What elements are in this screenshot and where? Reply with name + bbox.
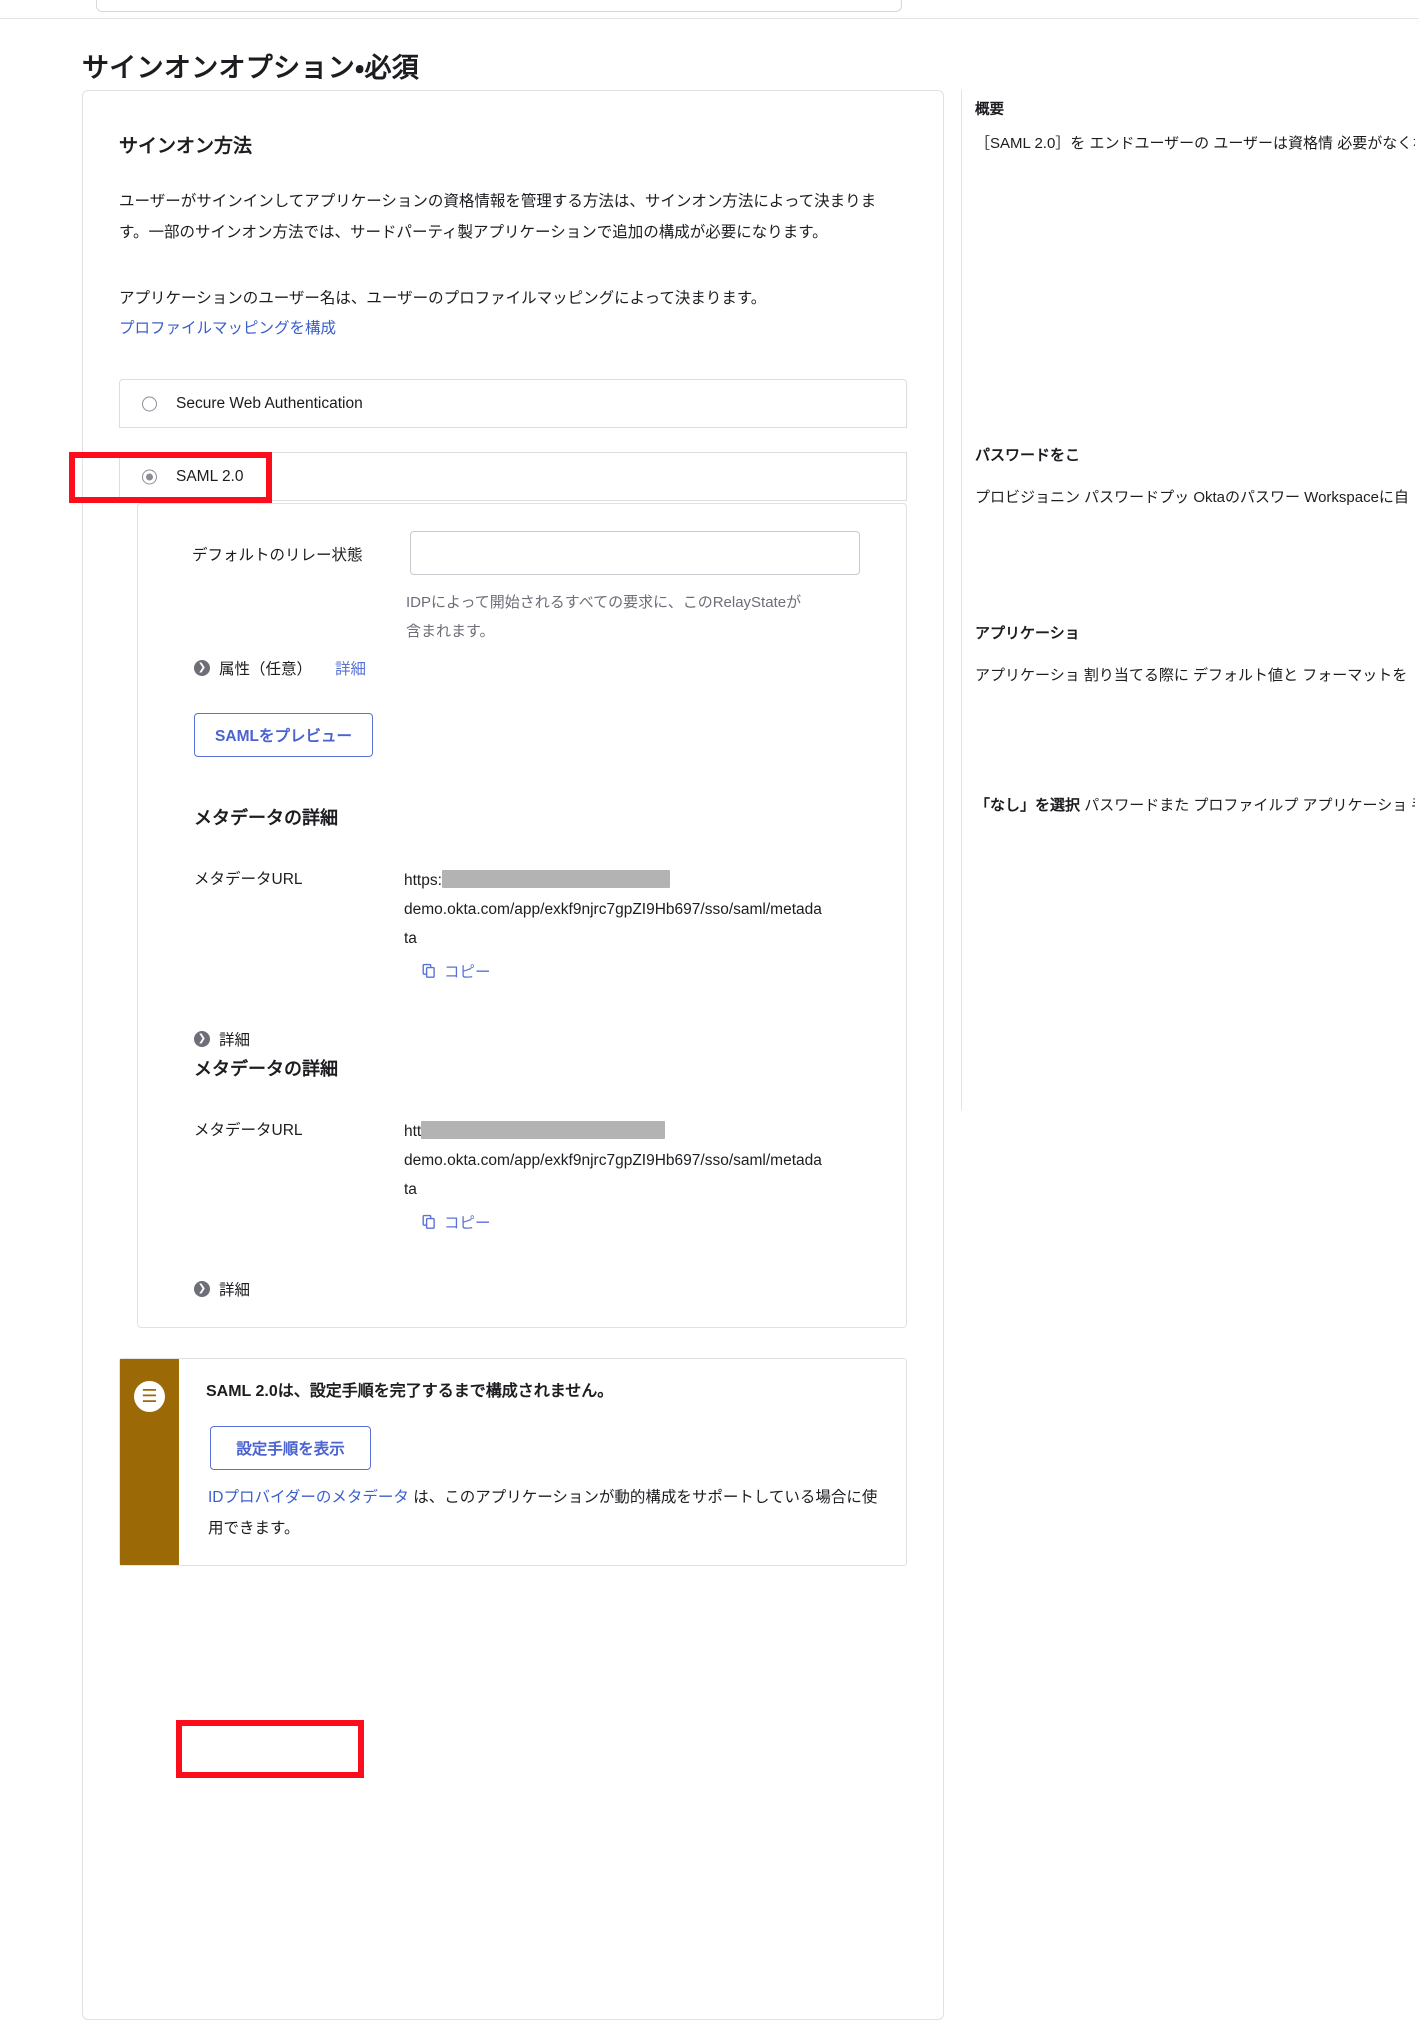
metadata-url-rest-1: demo.okta.com/app/exkf9njrc7gpZI9Hb697/s… — [404, 901, 822, 947]
copy-icon — [422, 963, 435, 978]
copy-metadata-url-2[interactable]: コピー — [421, 1211, 491, 1233]
section-title: サインオン方法 — [119, 136, 253, 157]
chevron-right-circle-icon: ❯ — [194, 1281, 210, 1297]
signon-option-secure-web-authentication[interactable]: Secure Web Authentication — [119, 379, 907, 428]
signon-option-label-saml: SAML 2.0 — [176, 467, 244, 485]
metadata-url-rest-2: demo.okta.com/app/exkf9njrc7gpZI9Hb697/s… — [404, 1152, 822, 1198]
metadata-detail-disclosure-2[interactable]: ❯ 詳細 — [194, 1278, 250, 1300]
copy-label-2: コピー — [444, 1215, 491, 1232]
page-root: サインオンオプション・必須 サインオン方法 ユーザーがサインインしてアプリケーシ… — [0, 0, 1419, 2028]
metadata-url-value-1: https: demo.okta.com/app/exkf9njrc7gpZI9… — [404, 866, 824, 953]
preview-saml-button[interactable]: SAMLをプレビュー — [194, 713, 373, 757]
sidebar-paragraph-2: プロビジョニン パスワードプッ Oktaのパスワー Workspaceに自 — [975, 489, 1409, 506]
metadata-details-heading-1: メタデータの詳細 — [194, 808, 338, 828]
top-divider — [0, 18, 1419, 19]
sidebar-divider — [961, 90, 962, 1110]
notice-title: SAML 2.0は、設定手順を完了するまで構成されません。 — [206, 1383, 614, 1400]
radio-secure-web-authentication[interactable] — [142, 396, 157, 411]
attributes-label: 属性（任意） — [219, 661, 313, 678]
chevron-right-circle-icon: ❯ — [194, 660, 210, 676]
metadata-detail-label-2: 詳細 — [219, 1282, 251, 1299]
metadata-url-label-2: メタデータURL — [194, 1122, 303, 1139]
copy-metadata-url-1[interactable]: コピー — [421, 960, 491, 982]
metadata-detail-disclosure-1[interactable]: ❯ 詳細 — [194, 1028, 250, 1050]
sidebar-paragraph-4-strong: 「なし」を選択 — [975, 797, 1081, 814]
page-title: サインオンオプション・必須 — [82, 53, 420, 83]
default-relay-state-help: IDPによって開始されるすべての要求に、このRelayStateが含まれます。 — [406, 594, 802, 640]
sidebar-paragraph-4-text: パスワードまた プロファイルプ アプリケーショ 手動でユーザー 求められます。 — [1084, 797, 1415, 814]
configure-profile-mapping-link[interactable]: プロファイルマッピングを構成 — [119, 316, 336, 338]
metadata-detail-label-1: 詳細 — [219, 1032, 251, 1049]
metadata-details-heading-2: メタデータの詳細 — [194, 1059, 338, 1079]
attributes-disclosure-row[interactable]: ❯ 属性（任意） 詳細 — [194, 657, 366, 679]
idp-metadata-link[interactable]: IDプロバイダーのメタデータ — [208, 1489, 409, 1506]
attributes-detail-link[interactable]: 詳細 — [335, 657, 366, 679]
default-relay-state-input[interactable] — [410, 531, 860, 575]
notice-footer: IDプロバイダーのメタデータ は、このアプリケーションが動的構成をサポートしてい… — [208, 1482, 880, 1544]
sidebar-heading-3: アプリケーショ — [975, 625, 1080, 642]
metadata-url-prefix-2: htt — [404, 1123, 422, 1140]
chevron-right-circle-icon: ❯ — [194, 1031, 210, 1047]
view-setup-instructions-button[interactable]: 設定手順を表示 — [210, 1426, 371, 1470]
redacted-host-2 — [421, 1121, 666, 1139]
metadata-url-value-2: htt demo.okta.com/app/exkf9njrc7gpZI9Hb6… — [404, 1117, 824, 1204]
setup-instructions-notice: ☰ SAML 2.0は、設定手順を完了するまで構成されません。 設定手順を表示 … — [119, 1358, 907, 1566]
copy-label-1: コピー — [444, 964, 491, 981]
sidebar-heading-2: パスワードをこ — [975, 447, 1081, 464]
metadata-url-label-1: メタデータURL — [194, 871, 303, 888]
username-mapping-description: アプリケーションのユーザー名は、ユーザーのプロファイルマッピングによって決まりま… — [119, 290, 767, 307]
signon-option-label-swa: Secure Web Authentication — [176, 394, 363, 412]
redacted-host-1 — [441, 870, 670, 888]
sidebar-paragraph-3: アプリケーショ 割り当てる際に デフォルト値と フォーマットを — [975, 667, 1408, 684]
copy-icon — [422, 1214, 435, 1229]
signon-option-saml-2-0[interactable]: SAML 2.0 — [119, 452, 907, 501]
list-info-icon: ☰ — [134, 1381, 165, 1412]
sidebar-title: 概要 — [975, 102, 1004, 118]
signon-method-description: ユーザーがサインインしてアプリケーションの資格情報を管理する方法は、サインオン方… — [119, 193, 877, 241]
sidebar-paragraph-1: ［SAML 2.0］を エンドユーザーの ユーザーは資格情 必要がなくなり この… — [975, 135, 1415, 152]
default-relay-state-label: デフォルトのリレー状態 — [192, 547, 363, 564]
metadata-url-prefix-1: https: — [404, 872, 442, 889]
previous-section-card-partial — [96, 0, 902, 12]
radio-saml-2-0[interactable] — [142, 469, 157, 484]
sidebar-paragraph-4: 「なし」を選択 パスワードまた プロファイルプ アプリケーショ 手動でユーザー … — [975, 790, 1415, 821]
